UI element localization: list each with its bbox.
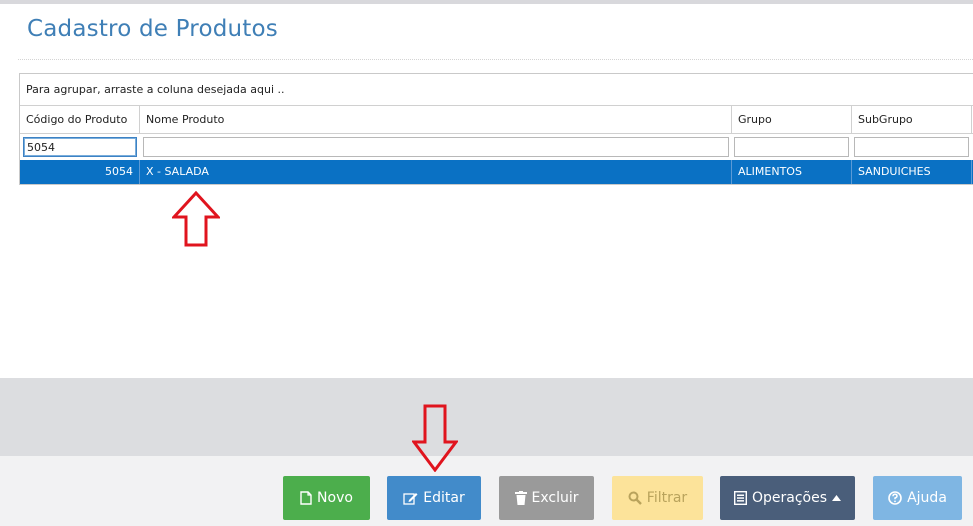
products-grid: Para agrupar, arraste a coluna desejada … [19, 73, 973, 185]
excluir-label: Excluir [531, 490, 579, 506]
page-title: Cadastro de Produtos [27, 16, 278, 42]
title-divider [18, 59, 973, 60]
grid-filter-row: 5054 [20, 134, 973, 160]
cell-nome[interactable]: X - SALADA [140, 160, 732, 184]
list-icon [733, 491, 747, 505]
column-header-grupo[interactable]: Grupo [732, 106, 852, 134]
operacoes-dropdown-button[interactable]: Operações [720, 476, 855, 520]
trash-icon [514, 491, 527, 505]
filtrar-label: Filtrar [646, 490, 688, 506]
filter-input-nome[interactable] [143, 137, 729, 157]
caret-up-icon [832, 495, 842, 501]
content-background [0, 378, 973, 456]
ajuda-button[interactable]: Ajuda [873, 476, 962, 520]
column-header-subgrupo[interactable]: SubGrupo [852, 106, 972, 134]
up-arrow-annotation [172, 191, 220, 247]
novo-button[interactable]: Novo [283, 476, 370, 520]
help-icon [888, 491, 902, 505]
novo-label: Novo [317, 490, 353, 506]
ajuda-label: Ajuda [907, 490, 947, 506]
search-icon [628, 491, 642, 505]
filter-input-subgrupo[interactable] [854, 137, 969, 157]
filter-input-grupo[interactable] [734, 137, 849, 157]
column-header-codigo[interactable]: Código do Produto [20, 106, 140, 134]
cell-codigo[interactable]: 5054 [20, 160, 140, 184]
editar-button[interactable]: Editar [387, 476, 481, 520]
cell-subgrupo[interactable]: SANDUICHES [852, 160, 972, 184]
operacoes-label: Operações [751, 490, 828, 506]
filter-input-codigo[interactable]: 5054 [23, 137, 137, 157]
group-panel[interactable]: Para agrupar, arraste a coluna desejada … [20, 74, 973, 106]
column-header-nome[interactable]: Nome Produto [140, 106, 732, 134]
grid-header-row: Código do Produto Nome Produto Grupo Sub… [20, 106, 973, 134]
table-row[interactable]: 5054 X - SALADA ALIMENTOS SANDUICHES [20, 160, 973, 184]
file-icon [300, 491, 312, 505]
down-arrow-annotation [412, 404, 458, 472]
edit-icon [403, 492, 418, 505]
cell-grupo[interactable]: ALIMENTOS [732, 160, 852, 184]
filtrar-button[interactable]: Filtrar [612, 476, 703, 520]
editar-label: Editar [423, 490, 465, 506]
top-bar [0, 0, 973, 4]
excluir-button[interactable]: Excluir [499, 476, 594, 520]
